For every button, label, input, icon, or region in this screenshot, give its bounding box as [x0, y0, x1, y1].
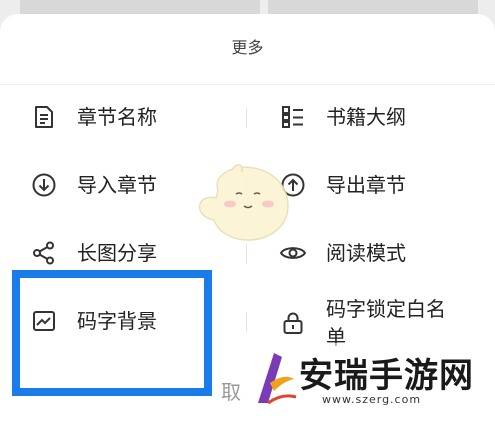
menu-item-label: 导出章节 — [326, 173, 406, 197]
share-icon — [29, 238, 59, 268]
mascot-sticker — [198, 164, 289, 241]
import-icon — [29, 170, 59, 200]
lock-icon — [278, 308, 308, 338]
menu-item-book-outline[interactable]: 书籍大纲 — [278, 92, 406, 142]
highlight-box — [12, 270, 212, 396]
outline-list-icon — [278, 102, 308, 132]
menu-item-label: 章节名称 — [77, 105, 157, 129]
watermark-text: 安瑞手游网 — [299, 356, 474, 396]
menu-item-chapter-name[interactable]: 章节名称 — [29, 92, 157, 142]
sheet-title: 更多 — [231, 38, 264, 57]
menu-item-import-chapter[interactable]: 导入章节 — [29, 160, 157, 210]
title-divider — [0, 84, 495, 85]
menu-item-label: 阅读模式 — [326, 241, 406, 265]
menu-item-label: 长图分享 — [77, 241, 157, 265]
menu-item-label: 书籍大纲 — [326, 105, 406, 129]
column-divider — [246, 108, 247, 128]
cancel-button[interactable]: 取 — [221, 376, 241, 405]
document-icon — [29, 102, 59, 132]
menu-item-label: 导入章节 — [77, 173, 157, 197]
watermark-url: www.szerg.com — [322, 393, 422, 406]
column-divider — [246, 312, 247, 332]
